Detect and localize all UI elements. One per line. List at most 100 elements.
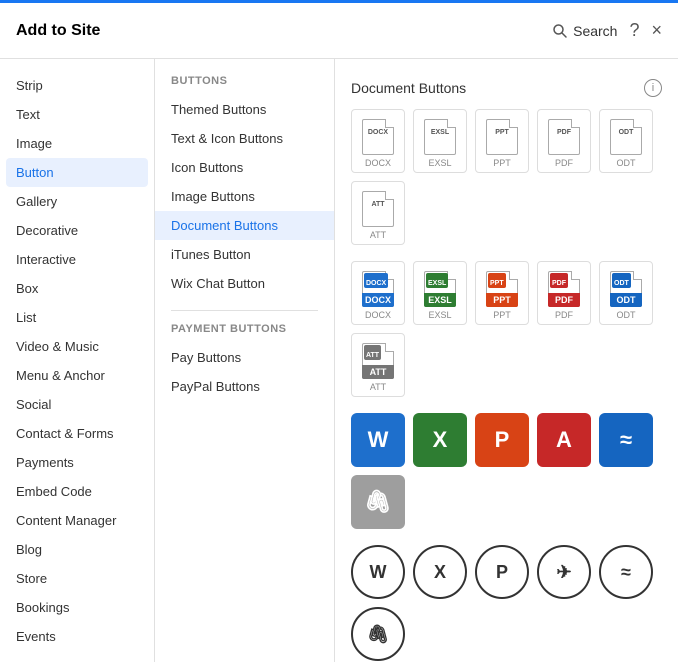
doc-btn-colored-odt[interactable]: ODT ODT ODT [599, 261, 653, 325]
doc-btn-outline-docx[interactable]: DOCX DOCX [351, 109, 405, 173]
doc-icon-area: ATT [362, 188, 394, 230]
file-icon-colored: DOCX DOCX [362, 271, 394, 307]
doc-icon-area: PPT PPT [486, 268, 518, 310]
file-icon-colored: ODT ODT [610, 271, 642, 307]
sidebar-item-video-music[interactable]: Video & Music [0, 332, 154, 361]
doc-btn-outline-exsl[interactable]: EXSL EXSL [413, 109, 467, 173]
doc-icon-area: ODT [610, 116, 642, 158]
file-fold [633, 119, 642, 128]
sidebar-item-embed-code[interactable]: Embed Code [0, 477, 154, 506]
doc-icon-area: ODT ODT [610, 268, 642, 310]
layout: StripTextImageButtonGalleryDecorativeInt… [0, 59, 678, 662]
doc-btn-outline-att[interactable]: ATT ATT [351, 181, 405, 245]
doc-btn-circle-3[interactable]: ✈ [537, 545, 591, 599]
mid-nav-item-pay-buttons[interactable]: Pay Buttons [155, 343, 334, 372]
doc-btn-big-5[interactable]: 🖇 [351, 475, 405, 529]
sidebar-item-list[interactable]: List [0, 303, 154, 332]
doc-colored-label: PDF [555, 310, 573, 320]
sidebar-item-social[interactable]: Social [0, 390, 154, 419]
mid-payment-items: Pay ButtonsPayPal Buttons [155, 343, 334, 401]
left-nav: StripTextImageButtonGalleryDecorativeInt… [0, 59, 155, 662]
doc-colored-label: DOCX [365, 310, 391, 320]
doc-btn-big-0[interactable]: W [351, 413, 405, 467]
doc-icon-area: DOCX [362, 116, 394, 158]
doc-row3: WXPA≈ 🖇 [351, 413, 662, 529]
doc-btn-outline-ppt[interactable]: PPT PPT [475, 109, 529, 173]
page-title: Add to Site [16, 22, 100, 40]
doc-outline-label: ATT [370, 230, 386, 240]
sidebar-item-image[interactable]: Image [0, 129, 154, 158]
sidebar-item-gallery[interactable]: Gallery [0, 187, 154, 216]
doc-btn-colored-exsl[interactable]: EXSL EXSL EXSL [413, 261, 467, 325]
file-icon-colored: PDF PDF [548, 271, 580, 307]
sidebar-item-content-manager[interactable]: Content Manager [0, 506, 154, 535]
sidebar-item-menu-anchor[interactable]: Menu & Anchor [0, 361, 154, 390]
mid-nav-item-themed-buttons[interactable]: Themed Buttons [155, 95, 334, 124]
doc-btn-colored-ppt[interactable]: PPT PPT PPT [475, 261, 529, 325]
doc-icon-area: EXSL [424, 116, 456, 158]
sidebar-item-interactive[interactable]: Interactive [0, 245, 154, 274]
file-icon: ODT [610, 119, 642, 155]
doc-btn-big-2[interactable]: P [475, 413, 529, 467]
sidebar-item-text[interactable]: Text [0, 100, 154, 129]
mid-nav-item-image-buttons[interactable]: Image Buttons [155, 182, 334, 211]
doc-icon-area: PDF PDF [548, 268, 580, 310]
sidebar-item-events[interactable]: Events [0, 622, 154, 651]
search-label: Search [573, 23, 617, 39]
file-icon: PDF [548, 119, 580, 155]
doc-row2: DOCX DOCX DOCX EXSL EXSL EXSL [351, 261, 662, 397]
sidebar-item-payments[interactable]: Payments [0, 448, 154, 477]
close-button[interactable]: × [651, 20, 662, 41]
doc-outline-label: PDF [555, 158, 573, 168]
mid-nav-item-document-buttons[interactable]: Document Buttons [155, 211, 334, 240]
mid-buttons-items: Themed ButtonsText & Icon ButtonsIcon Bu… [155, 95, 334, 298]
file-fold [447, 119, 456, 128]
doc-icon-area: PPT [486, 116, 518, 158]
sidebar-item-contact-forms[interactable]: Contact & Forms [0, 419, 154, 448]
doc-btn-circle-4[interactable]: ≈ [599, 545, 653, 599]
sidebar-item-box[interactable]: Box [0, 274, 154, 303]
doc-colored-label: EXSL [428, 310, 451, 320]
mid-nav-item-wix-chat-button[interactable]: Wix Chat Button [155, 269, 334, 298]
doc-btn-big-3[interactable]: A [537, 413, 591, 467]
search-button[interactable]: Search [552, 23, 617, 39]
file-text: DOCX [366, 129, 390, 136]
doc-btn-circle-2[interactable]: P [475, 545, 529, 599]
mid-nav-item-itunes-button[interactable]: iTunes Button [155, 240, 334, 269]
sidebar-item-blog[interactable]: Blog [0, 535, 154, 564]
sidebar-item-decorative[interactable]: Decorative [0, 216, 154, 245]
file-icon: ATT [362, 191, 394, 227]
file-fold [509, 119, 518, 128]
buttons-section-title: BUTTONS [155, 75, 334, 95]
help-button[interactable]: ? [629, 20, 639, 41]
doc-btn-colored-pdf[interactable]: PDF PDF PDF [537, 261, 591, 325]
mid-nav-item-text-icon-buttons[interactable]: Text & Icon Buttons [155, 124, 334, 153]
doc-colored-label: ATT [370, 382, 386, 392]
doc-icon-area: PDF [548, 116, 580, 158]
sidebar-item-store[interactable]: Store [0, 564, 154, 593]
file-fold [385, 191, 394, 200]
sidebar-item-strip[interactable]: Strip [0, 71, 154, 100]
file-icon: DOCX [362, 119, 394, 155]
mid-nav: BUTTONS Themed ButtonsText & Icon Button… [155, 59, 335, 662]
top-bar: Add to Site Search ? × [0, 3, 678, 59]
file-icon-colored: PPT PPT [486, 271, 518, 307]
doc-btn-outline-pdf[interactable]: PDF PDF [537, 109, 591, 173]
doc-btn-circle-0[interactable]: W [351, 545, 405, 599]
doc-btn-colored-att[interactable]: ATT ATT ATT [351, 333, 405, 397]
doc-icon-area: EXSL EXSL [424, 268, 456, 310]
sidebar-item-bookings[interactable]: Bookings [0, 593, 154, 622]
doc-btn-big-4[interactable]: ≈ [599, 413, 653, 467]
doc-btn-colored-docx[interactable]: DOCX DOCX DOCX [351, 261, 405, 325]
mid-nav-item-paypal-buttons[interactable]: PayPal Buttons [155, 372, 334, 401]
file-icon-colored: ATT ATT [362, 343, 394, 379]
doc-btn-big-1[interactable]: X [413, 413, 467, 467]
doc-outline-label: DOCX [365, 158, 391, 168]
doc-btn-circle-1[interactable]: X [413, 545, 467, 599]
mid-nav-item-icon-buttons[interactable]: Icon Buttons [155, 153, 334, 182]
sidebar-item-button[interactable]: Button [6, 158, 148, 187]
doc-buttons-info-icon[interactable]: i [644, 79, 662, 97]
doc-btn-outline-odt[interactable]: ODT ODT [599, 109, 653, 173]
doc-btn-circle-5[interactable]: 🖇 [351, 607, 405, 661]
file-icon: PPT [486, 119, 518, 155]
